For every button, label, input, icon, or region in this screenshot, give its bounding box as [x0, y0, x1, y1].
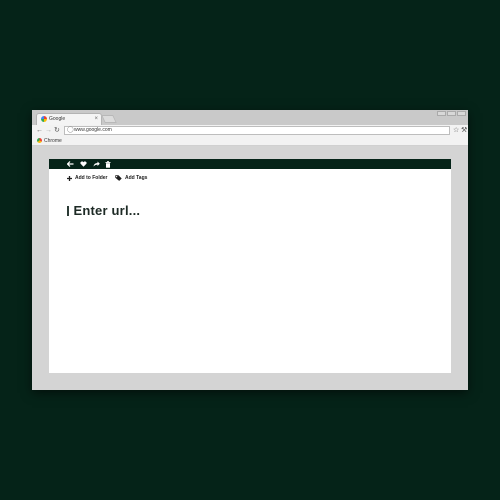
- forward-icon[interactable]: →: [45, 126, 52, 136]
- tab-close-icon[interactable]: ×: [94, 115, 98, 123]
- address-bar[interactable]: ◯ www.google.com: [64, 126, 450, 135]
- heart-icon[interactable]: [79, 159, 87, 169]
- chrome-bookmark-icon: [37, 138, 42, 143]
- trash-icon[interactable]: [104, 159, 112, 169]
- title-bar: Google ×: [32, 110, 468, 125]
- page-info-icon[interactable]: ◯: [67, 127, 74, 134]
- reload-icon[interactable]: ↻: [54, 126, 60, 136]
- url-input-placeholder: Enter url...: [73, 203, 141, 218]
- close-window-button[interactable]: [457, 111, 466, 116]
- add-to-folder-button[interactable]: Add to Folder: [67, 175, 108, 181]
- maximize-button[interactable]: [447, 111, 456, 116]
- extension-icon[interactable]: ⚒: [461, 126, 467, 136]
- text-cursor: [67, 206, 69, 216]
- bookmark-chrome[interactable]: Chrome: [44, 137, 62, 145]
- browser-toolbar: ← → ↻ ◯ www.google.com ☆ ⚒: [32, 125, 468, 137]
- tag-icon: [115, 175, 122, 181]
- share-icon[interactable]: [92, 159, 100, 169]
- browser-window: Google × ← → ↻ ◯ www.google.com ☆ ⚒ Chro…: [32, 110, 468, 390]
- plus-icon: [67, 175, 72, 181]
- add-tags-label: Add Tags: [125, 175, 148, 181]
- new-tab-button[interactable]: [101, 115, 117, 123]
- google-favicon-icon: [41, 116, 47, 122]
- web-page: Add to Folder Add Tags Enter url...: [49, 159, 451, 373]
- back-icon[interactable]: ←: [36, 126, 43, 136]
- url-input[interactable]: Enter url...: [67, 204, 140, 218]
- bookmark-star-icon[interactable]: ☆: [453, 126, 459, 136]
- browser-tab[interactable]: Google ×: [36, 113, 102, 125]
- bookmarks-bar: Chrome: [32, 137, 468, 146]
- back-arrow-icon[interactable]: [66, 159, 74, 169]
- minimize-button[interactable]: [437, 111, 446, 116]
- tab-title: Google: [49, 116, 66, 122]
- address-url: www.google.com: [74, 127, 112, 133]
- add-tags-button[interactable]: Add Tags: [115, 175, 147, 181]
- app-toolbar: [49, 159, 451, 169]
- add-to-folder-label: Add to Folder: [75, 175, 108, 181]
- window-controls: [437, 111, 466, 116]
